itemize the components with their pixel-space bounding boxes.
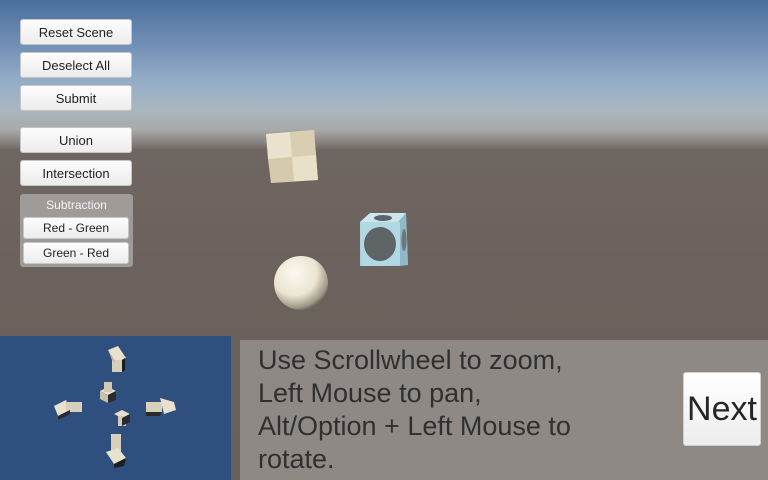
instruction-line: Alt/Option + Left Mouse to — [258, 411, 571, 441]
instruction-line: Left Mouse to pan, — [258, 378, 482, 408]
green-minus-red-button[interactable]: Green - Red — [23, 242, 129, 264]
submit-button[interactable]: Submit — [20, 85, 132, 111]
subtraction-panel: Subtraction Red - Green Green - Red — [20, 194, 133, 267]
arrow-up-icon[interactable] — [108, 346, 126, 372]
next-button[interactable]: Next — [683, 372, 761, 446]
sphere-object[interactable] — [274, 256, 328, 310]
reset-scene-button[interactable]: Reset Scene — [20, 19, 132, 45]
scene-viewport[interactable]: Reset Scene Deselect All Submit Union In… — [0, 0, 768, 480]
intersection-button[interactable]: Intersection — [20, 160, 132, 186]
red-minus-green-button[interactable]: Red - Green — [23, 217, 129, 239]
arrow-down-icon[interactable] — [106, 434, 126, 468]
deselect-all-button[interactable]: Deselect All — [20, 52, 132, 78]
instruction-line: Use Scrollwheel to zoom, — [258, 345, 563, 375]
union-button[interactable]: Union — [20, 127, 132, 153]
subtraction-title: Subtraction — [46, 198, 107, 212]
arrow-right-icon[interactable] — [146, 398, 176, 416]
minimap-panel[interactable] — [0, 336, 231, 480]
hollow-cube-object[interactable] — [360, 213, 408, 266]
instruction-panel: Use Scrollwheel to zoom, Left Mouse to p… — [240, 340, 768, 480]
cube-object[interactable] — [266, 130, 318, 183]
instruction-text: Use Scrollwheel to zoom, Left Mouse to p… — [258, 344, 571, 476]
navigation-gizmo — [54, 346, 176, 468]
arrow-left-icon[interactable] — [54, 400, 82, 420]
center-gizmo-icon — [100, 382, 130, 426]
instruction-line: rotate. — [258, 444, 335, 474]
